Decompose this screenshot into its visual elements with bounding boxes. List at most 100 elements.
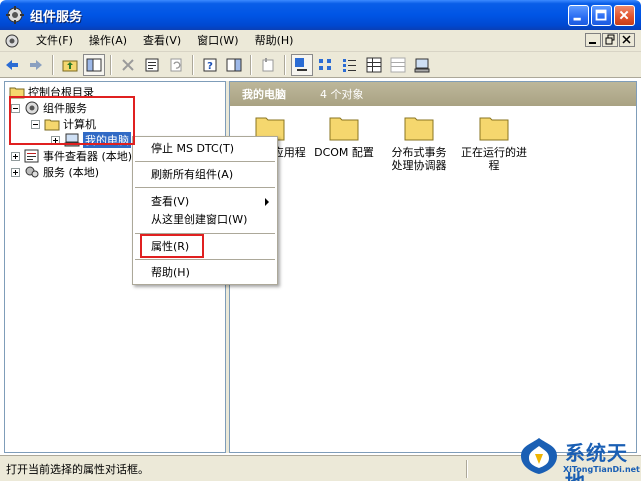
- menu-separator: [135, 259, 275, 260]
- xitongtiandi-logo-icon: [521, 438, 557, 474]
- folder-label: 正在运行的进程: [461, 146, 527, 172]
- result-pane-title: 我的电脑: [242, 88, 286, 101]
- folder-distributed-transaction-coordinator[interactable]: 分布式事务处理协调器: [379, 112, 459, 172]
- toolbar-separator: [52, 54, 54, 75]
- child-close-button[interactable]: [619, 33, 635, 47]
- maximize-icon: [595, 9, 607, 21]
- minimize-icon: [589, 42, 596, 44]
- folder-icon: [44, 119, 60, 131]
- tree-label-computers: 计算机: [63, 118, 96, 131]
- folder-running-processes[interactable]: 正在运行的进程: [454, 112, 534, 172]
- expand-icon[interactable]: [51, 135, 60, 145]
- back-button[interactable]: [1, 54, 23, 76]
- menu-item-view[interactable]: 查看(V): [133, 193, 277, 211]
- tree-label-services: 服务 (本地): [43, 166, 100, 179]
- menu-help[interactable]: 帮助(H): [247, 30, 302, 52]
- show-hide-tree-button[interactable]: [83, 53, 105, 76]
- small-icons-view-button[interactable]: [315, 54, 337, 76]
- app-menu-icon[interactable]: [4, 33, 20, 49]
- event-viewer-icon: [24, 149, 39, 163]
- tree-item-computers[interactable]: 计算机: [31, 116, 96, 132]
- submenu-arrow-icon: [265, 198, 269, 206]
- menu-window[interactable]: 窗口(W): [189, 30, 246, 52]
- tree-label-console-root: 控制台根目录: [28, 86, 94, 99]
- menu-item-help[interactable]: 帮助(H): [133, 264, 277, 282]
- component-services-icon: [25, 101, 39, 115]
- toolbar: ?: [0, 52, 641, 78]
- status-message: 打开当前选择的属性对话框。: [6, 462, 149, 476]
- child-minimize-button[interactable]: [585, 33, 601, 47]
- large-icons-icon: [295, 57, 307, 71]
- up-one-level-button[interactable]: [59, 54, 81, 76]
- help-icon: ?: [203, 58, 217, 72]
- menu-separator: [135, 233, 275, 234]
- list-view-button[interactable]: [339, 54, 361, 76]
- minimize-button[interactable]: [568, 5, 589, 26]
- result-pane-header: 我的电脑 4 个对象: [230, 82, 636, 106]
- arrow-right-icon: [30, 59, 42, 70]
- forward-button[interactable]: [25, 54, 47, 76]
- tree-item-console-root[interactable]: 控制台根目录: [9, 84, 94, 100]
- collapse-icon[interactable]: [31, 119, 40, 129]
- folder-icon: [9, 87, 25, 99]
- tree-item-event-viewer[interactable]: 事件查看器 (本地): [11, 148, 132, 164]
- maximize-button[interactable]: [591, 5, 612, 26]
- svg-text:?: ?: [207, 61, 213, 72]
- menu-action[interactable]: 操作(A): [81, 30, 135, 52]
- expand-icon[interactable]: [11, 151, 20, 161]
- menu-item-stop-msdtc[interactable]: 停止 MS DTC(T): [133, 140, 277, 158]
- folder-label: DCOM 配置: [314, 146, 374, 159]
- folder-icon: [479, 117, 509, 141]
- large-icons-view-button[interactable]: [291, 53, 313, 76]
- folder-up-icon: [62, 60, 78, 71]
- menu-item-properties[interactable]: 属性(R): [133, 238, 277, 256]
- expand-icon[interactable]: [11, 167, 20, 177]
- menu-file[interactable]: 文件(F): [28, 30, 81, 52]
- delete-button[interactable]: [117, 54, 139, 76]
- close-icon: [622, 35, 631, 44]
- toolbar-separator: [192, 54, 194, 75]
- tree-item-component-services[interactable]: 组件服务: [11, 100, 87, 116]
- new-window-button[interactable]: [257, 54, 279, 76]
- action-pane-icon: [226, 58, 242, 71]
- collapse-icon[interactable]: [11, 103, 20, 113]
- minimize-icon: [573, 17, 581, 21]
- detail-view-button[interactable]: [363, 54, 385, 76]
- watermark-url: XiTongTianDi.net: [563, 465, 640, 474]
- refresh-button[interactable]: [165, 54, 187, 76]
- toolbar-separator: [110, 54, 112, 75]
- title-bar[interactable]: 组件服务: [0, 0, 641, 30]
- menu-item-new-window-from-here[interactable]: 从这里创建窗口(W): [133, 211, 277, 229]
- show-hide-action-pane-button[interactable]: [223, 54, 245, 76]
- computer-icon: [64, 133, 80, 147]
- properties-icon: [145, 58, 159, 71]
- folder-label: 分布式事务处理协调器: [391, 146, 447, 172]
- computer-button[interactable]: [411, 54, 433, 76]
- tree-label-component-services: 组件服务: [43, 102, 87, 115]
- delete-icon: [122, 58, 134, 71]
- menu-separator: [135, 161, 275, 162]
- restore-icon: [605, 34, 615, 45]
- status-separator: [466, 460, 468, 478]
- tree-label-my-computer: 我的电脑: [83, 132, 131, 148]
- properties-toolbar-button[interactable]: [141, 54, 163, 76]
- menu-view[interactable]: 查看(V): [135, 30, 189, 52]
- services-gear-icon: [25, 166, 39, 178]
- menu-item-refresh-all-components[interactable]: 刷新所有组件(A): [133, 166, 277, 184]
- toolbar-separator: [284, 54, 286, 75]
- filter-view-button[interactable]: [387, 54, 409, 76]
- close-button[interactable]: [614, 5, 635, 26]
- help-button[interactable]: ?: [199, 54, 221, 76]
- tree-item-services[interactable]: 服务 (本地): [11, 164, 99, 180]
- computer-icon: [414, 58, 430, 72]
- list-icon: [343, 58, 356, 72]
- folder-dcom-config[interactable]: DCOM 配置: [304, 112, 384, 159]
- close-icon: [619, 10, 629, 20]
- tree-item-my-computer[interactable]: 我的电脑: [51, 132, 131, 148]
- folder-icon: [329, 117, 359, 141]
- grid-icon: [390, 57, 406, 72]
- result-pane[interactable]: 我的电脑 4 个对象 COM+ 应用程序 DCOM 配置 分布式事务处理协调器 …: [229, 81, 637, 453]
- console-tree-icon: [86, 58, 102, 71]
- child-restore-button[interactable]: [602, 33, 618, 47]
- menu-separator: [135, 187, 275, 188]
